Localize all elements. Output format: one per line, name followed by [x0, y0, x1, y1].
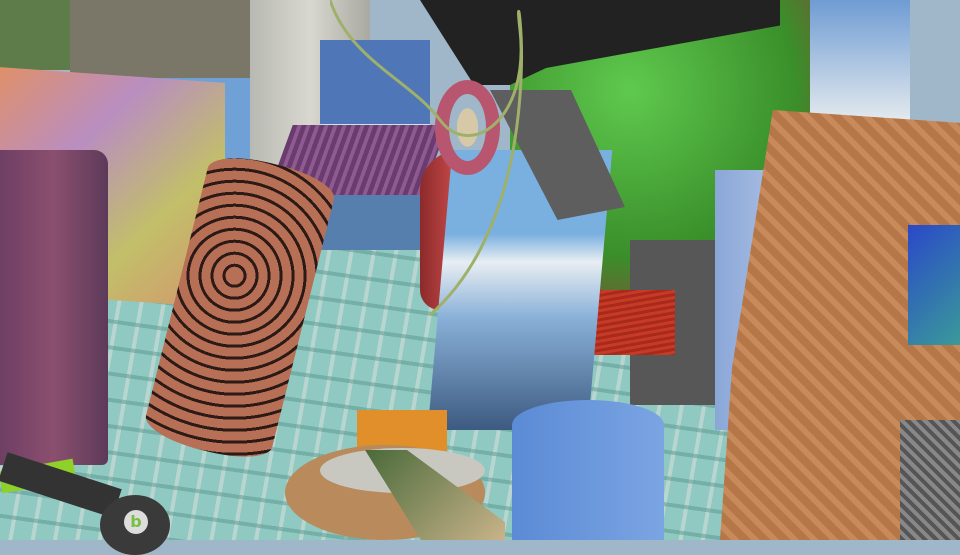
cable [330, 0, 523, 317]
cable-path [330, 0, 523, 317]
blue-cylinder [512, 400, 664, 540]
foliage-photo-panel [0, 0, 80, 70]
blue-cube [908, 225, 960, 345]
headphone-band [0, 452, 122, 518]
textured-block [900, 420, 960, 540]
headphone-logo: b [124, 510, 148, 534]
headphones: b [0, 410, 175, 555]
